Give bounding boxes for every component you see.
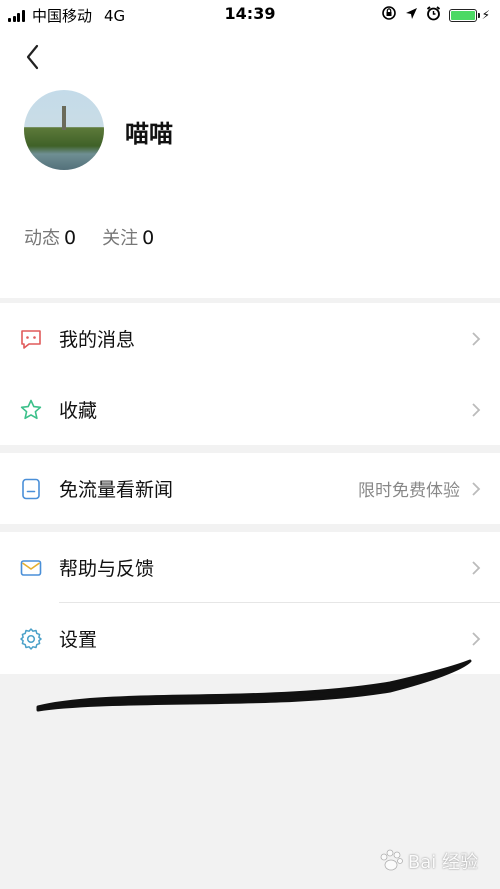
- menu-item-messages[interactable]: 我的消息: [0, 303, 500, 374]
- username: 喵喵: [125, 120, 173, 148]
- stat-posts[interactable]: 动态 0: [24, 224, 76, 250]
- scribble-annotation: [36, 659, 472, 712]
- watermark: Bai 经验: [378, 848, 478, 874]
- stat-following[interactable]: 关注 0: [102, 224, 154, 250]
- chevron-right-icon: [472, 561, 481, 575]
- watermark-text: Bai 经验: [407, 852, 478, 873]
- menu-item-label: 我的消息: [59, 329, 136, 351]
- avatar-image: [62, 106, 66, 130]
- star-icon: [20, 399, 42, 420]
- chevron-right-icon: [472, 482, 481, 496]
- menu-item-label: 免流量看新闻: [59, 479, 174, 501]
- menu-item-favorites[interactable]: 收藏: [0, 374, 500, 445]
- chevron-right-icon: [472, 632, 481, 646]
- menu-item-free-data[interactable]: 免流量看新闻 限时免费体验: [0, 453, 500, 524]
- status-bar: 中国移动 4G 14:39 ⚡: [0, 0, 500, 28]
- message-icon: [21, 330, 41, 349]
- stat-label: 动态: [24, 228, 60, 249]
- location-icon: [405, 6, 418, 24]
- menu-item-help[interactable]: 帮助与反馈: [0, 532, 500, 603]
- profile-stats: 动态 0 关注 0: [24, 224, 180, 250]
- stat-value: 0: [142, 227, 155, 249]
- menu-item-hint: 限时免费体验: [358, 481, 460, 501]
- orientation-lock-icon: [381, 5, 397, 25]
- menu-group-1: 我的消息 收藏: [0, 303, 500, 445]
- battery-icon: [448, 8, 480, 22]
- sim-card-icon: [22, 478, 40, 500]
- back-button[interactable]: [20, 42, 50, 72]
- menu-group-3: 帮助与反馈 设置: [0, 532, 500, 674]
- menu-item-label: 收藏: [59, 400, 98, 422]
- profile-header: 喵喵 动态 0 关注 0: [0, 28, 500, 298]
- alarm-icon: [426, 5, 441, 25]
- chevron-right-icon: [472, 403, 481, 417]
- stat-value: 0: [64, 227, 77, 249]
- gear-icon: [20, 628, 42, 650]
- chevron-right-icon: [472, 332, 481, 346]
- back-arrow-icon: [26, 44, 39, 70]
- status-right: ⚡: [373, 5, 490, 25]
- menu-item-label: 帮助与反馈: [59, 558, 155, 580]
- menu-item-label: 设置: [59, 629, 98, 651]
- mail-icon: [20, 560, 42, 576]
- avatar[interactable]: [24, 90, 104, 170]
- charging-icon: ⚡: [481, 8, 490, 22]
- stat-label: 关注: [102, 228, 139, 249]
- menu-group-2: 免流量看新闻 限时免费体验: [0, 453, 500, 524]
- paw-logo-icon: [380, 849, 403, 871]
